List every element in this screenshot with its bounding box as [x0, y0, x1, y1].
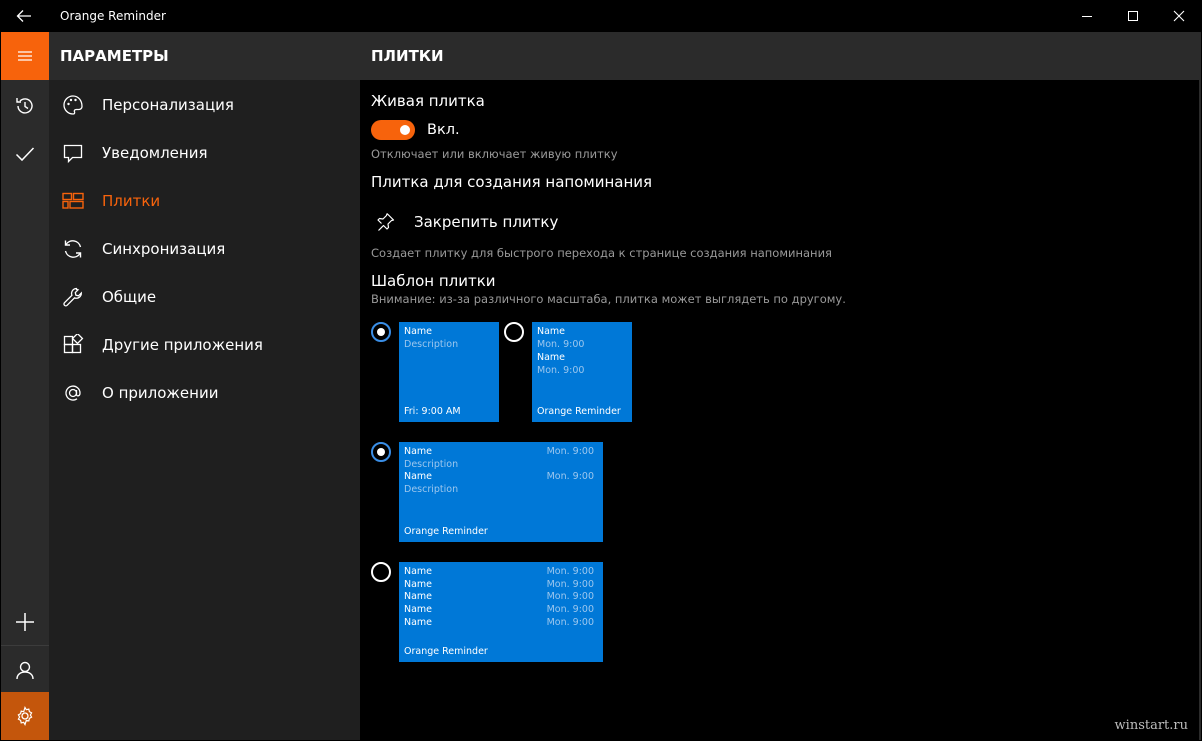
tiles-settings-panel: Живая плитка Вкл. Отключает или включает…: [360, 80, 1187, 740]
tile-description: Description: [404, 484, 459, 495]
template-radio-d[interactable]: [371, 562, 391, 582]
tile-name: Name: [537, 352, 566, 363]
tile-time: Mon. 9:00: [546, 591, 594, 602]
maximize-icon: [1128, 11, 1138, 21]
template-radio-c[interactable]: [371, 442, 391, 462]
pin-tile-label: Закрепить плитку: [414, 213, 559, 231]
template-hint: Внимание: из-за различного масштаба, пли…: [371, 292, 846, 306]
gear-icon: [17, 706, 33, 726]
menu-item-general[interactable]: Общие: [49, 273, 360, 321]
tile-time: Mon. 9:00: [546, 566, 594, 577]
arrow-left-icon: [16, 10, 31, 22]
tiles-icon: [49, 177, 97, 225]
add-button[interactable]: [1, 598, 49, 646]
user-icon: [16, 661, 34, 680]
tile-time: Mon. 9:00: [546, 617, 594, 628]
tile-footer: Orange Reminder: [404, 646, 488, 657]
close-button[interactable]: [1156, 0, 1202, 32]
template-radio-b[interactable]: [504, 322, 524, 342]
minimize-icon: [1082, 16, 1092, 17]
menu-item-sync[interactable]: Синхронизация: [49, 225, 360, 273]
menu-item-about[interactable]: О приложении: [49, 369, 360, 417]
tile-preview-a[interactable]: Name Description Fri: 9:00 AM: [399, 322, 499, 422]
live-tile-toggle[interactable]: [371, 120, 415, 140]
tile-time: Mon. 9:00: [546, 471, 594, 482]
close-icon: [1173, 10, 1185, 22]
check-icon: [15, 147, 35, 162]
tile-name: Name: [404, 326, 433, 337]
menu-item-label: Общие: [102, 288, 157, 306]
tile-description: Description: [404, 459, 459, 470]
menu-item-label: О приложении: [102, 384, 219, 402]
tile-name: Name: [404, 591, 433, 602]
title-bar: Orange Reminder: [0, 0, 1202, 32]
settings-menu: ПАРАМЕТРЫ Персонализация Уведомления Пли…: [49, 32, 360, 740]
template-radio-a[interactable]: [371, 322, 391, 342]
watermark: winstart.ru: [1114, 718, 1188, 733]
live-tile-hint: Отключает или включает живую плитку: [371, 147, 618, 161]
menu-item-label: Синхронизация: [102, 240, 226, 258]
reminder-tile-hint: Создает плитку для быстрого перехода к с…: [371, 246, 832, 260]
menu-item-label: Плитки: [102, 192, 161, 210]
page-title: ПЛИТКИ: [360, 32, 1200, 80]
tile-name: Name: [404, 471, 433, 482]
menu-item-label: Уведомления: [102, 144, 208, 162]
tile-name: Name: [404, 617, 433, 628]
palette-icon: [49, 81, 97, 129]
menu-item-label: Другие приложения: [102, 336, 263, 354]
hamburger-icon: [18, 51, 32, 61]
window-title: Orange Reminder: [60, 9, 166, 23]
back-button[interactable]: [0, 0, 48, 32]
tile-preview-b[interactable]: Name Mon. 9:00 Name Mon. 9:00 Orange Rem…: [532, 322, 632, 422]
settings-button[interactable]: [1, 692, 49, 740]
menu-item-tiles[interactable]: Плитки: [49, 177, 360, 225]
live-tile-title: Живая плитка: [371, 92, 485, 110]
at-icon: [49, 369, 97, 417]
wrench-icon: [49, 273, 97, 321]
maximize-button[interactable]: [1110, 0, 1156, 32]
tile-preview-c[interactable]: Name Mon. 9:00 Description Name Mon. 9:0…: [399, 442, 603, 542]
apps-icon: [49, 321, 97, 369]
message-icon: [49, 129, 97, 177]
menu-item-notifications[interactable]: Уведомления: [49, 129, 360, 177]
template-title: Шаблон плитки: [371, 272, 496, 290]
completed-button[interactable]: [1, 130, 49, 178]
tile-time: Mon. 9:00: [537, 365, 585, 376]
live-tile-toggle-state: Вкл.: [427, 122, 460, 138]
hamburger-button[interactable]: [1, 32, 49, 80]
tile-name: Name: [404, 579, 433, 590]
menu-item-label: Персонализация: [102, 96, 234, 114]
tile-footer: Orange Reminder: [537, 406, 621, 417]
tile-description: Description: [404, 339, 459, 350]
tile-name: Name: [404, 604, 433, 615]
reminder-tile-title: Плитка для создания напоминания: [371, 173, 653, 191]
menu-header: ПАРАМЕТРЫ: [49, 32, 360, 80]
tile-name: Name: [404, 566, 433, 577]
window-border: [1199, 32, 1201, 740]
tile-name: Name: [537, 326, 566, 337]
menu-item-other-apps[interactable]: Другие приложения: [49, 321, 360, 369]
history-button[interactable]: [1, 82, 49, 130]
pin-tile-button[interactable]: Закрепить плитку: [371, 208, 558, 236]
tile-footer: Orange Reminder: [404, 526, 488, 537]
tile-footer: Fri: 9:00 AM: [404, 406, 461, 417]
account-button[interactable]: [1, 646, 49, 694]
tile-time: Mon. 9:00: [546, 604, 594, 615]
tile-time: Mon. 9:00: [546, 446, 594, 457]
sync-icon: [49, 225, 97, 273]
tile-time: Mon. 9:00: [546, 579, 594, 590]
minimize-button[interactable]: [1064, 0, 1110, 32]
tile-preview-d[interactable]: Name Mon. 9:00 Name Mon. 9:00 Name Mon. …: [399, 562, 603, 662]
tile-time: Mon. 9:00: [537, 339, 585, 350]
history-icon: [16, 98, 33, 114]
plus-icon: [16, 613, 34, 631]
tile-name: Name: [404, 446, 433, 457]
menu-item-personalization[interactable]: Персонализация: [49, 81, 360, 129]
pin-icon: [371, 208, 399, 236]
nav-rail: [1, 32, 49, 740]
